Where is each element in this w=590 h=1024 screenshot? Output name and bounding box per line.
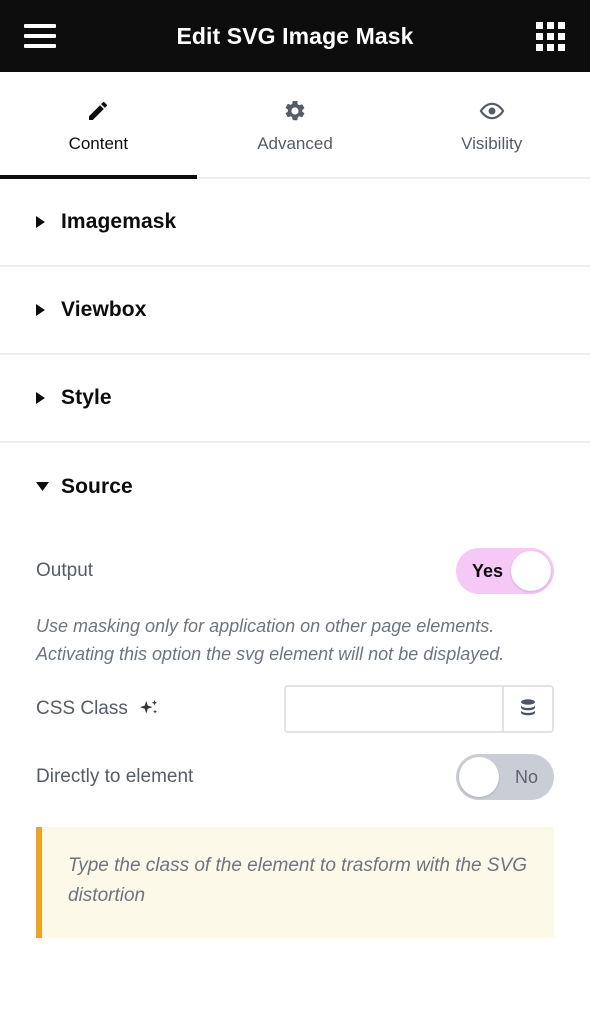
control-row-output: Output Yes [36, 543, 554, 599]
toggle-knob [511, 551, 551, 591]
section-title: Viewbox [61, 298, 147, 321]
hamburger-bar [24, 44, 56, 48]
sparkle-ai-icon[interactable] [138, 698, 160, 720]
tab-label: Content [68, 133, 129, 153]
output-toggle[interactable]: Yes [456, 548, 554, 594]
grid-cell [535, 43, 543, 51]
section-body-source: Output Yes Use masking only for applicat… [0, 543, 590, 938]
tab-label: Visibility [461, 133, 523, 153]
widget-settings-panel: Edit SVG Image Mask Content Advanced Vis… [0, 0, 590, 1024]
panel-title: Edit SVG Image Mask [176, 22, 414, 49]
chevron-down-icon [36, 482, 50, 492]
chevron-right-icon [36, 216, 50, 228]
control-row-css-class: CSS Class [36, 681, 554, 737]
section-header-viewbox[interactable]: Viewbox [0, 267, 590, 355]
tab-visibility[interactable]: Visibility [393, 72, 590, 177]
notice-text: Type the class of the element to trasfor… [68, 854, 528, 907]
css-class-label: CSS Class [36, 698, 160, 720]
css-class-label-text: CSS Class [36, 697, 128, 719]
grid-cell [557, 21, 565, 29]
grid-cell [535, 21, 543, 29]
toggle-knob [459, 756, 499, 797]
tab-label: Advanced [257, 133, 333, 153]
gear-icon [283, 98, 307, 124]
section-header-imagemask[interactable]: Imagemask [0, 179, 590, 267]
grid-cell [546, 32, 554, 40]
grid-cell [557, 43, 565, 51]
css-class-input[interactable] [286, 686, 502, 731]
directly-to-element-toggle-label: No [514, 766, 538, 787]
section-title: Style [61, 386, 112, 409]
chevron-right-icon [36, 304, 50, 316]
panel-body: Imagemask Viewbox Style Source Output Ye… [0, 179, 590, 1024]
hamburger-bar [24, 24, 56, 28]
output-hint: Use masking only for application on othe… [36, 616, 505, 664]
directly-to-element-toggle[interactable]: No [456, 753, 554, 800]
tab-advanced[interactable]: Advanced [197, 72, 394, 177]
directly-to-element-label: Directly to element [36, 765, 194, 787]
output-toggle-label: Yes [472, 561, 504, 581]
section-header-style[interactable]: Style [0, 355, 590, 443]
panel-header: Edit SVG Image Mask [0, 0, 590, 72]
panel-tabs: Content Advanced Visibility [0, 72, 590, 179]
css-class-field [284, 684, 554, 733]
grid-apps-icon[interactable] [530, 16, 570, 56]
database-stack-icon[interactable] [502, 686, 552, 731]
grid-cell [546, 21, 554, 29]
section-title: Imagemask [61, 210, 177, 233]
chevron-right-icon [36, 392, 50, 404]
tab-content[interactable]: Content [0, 72, 197, 179]
section-title: Source [61, 475, 133, 498]
eye-icon [479, 98, 505, 124]
grid-cell [557, 32, 565, 40]
section-header-source[interactable]: Source [0, 443, 590, 531]
grid-cell [535, 32, 543, 40]
control-row-directly-to-element: Directly to element No [36, 749, 554, 805]
hamburger-menu-icon[interactable] [20, 16, 60, 56]
output-label: Output [36, 560, 94, 581]
hamburger-bar [24, 34, 56, 38]
notice-box: Type the class of the element to trasfor… [36, 826, 554, 938]
pencil-icon [86, 98, 110, 124]
grid-cell [546, 43, 554, 51]
